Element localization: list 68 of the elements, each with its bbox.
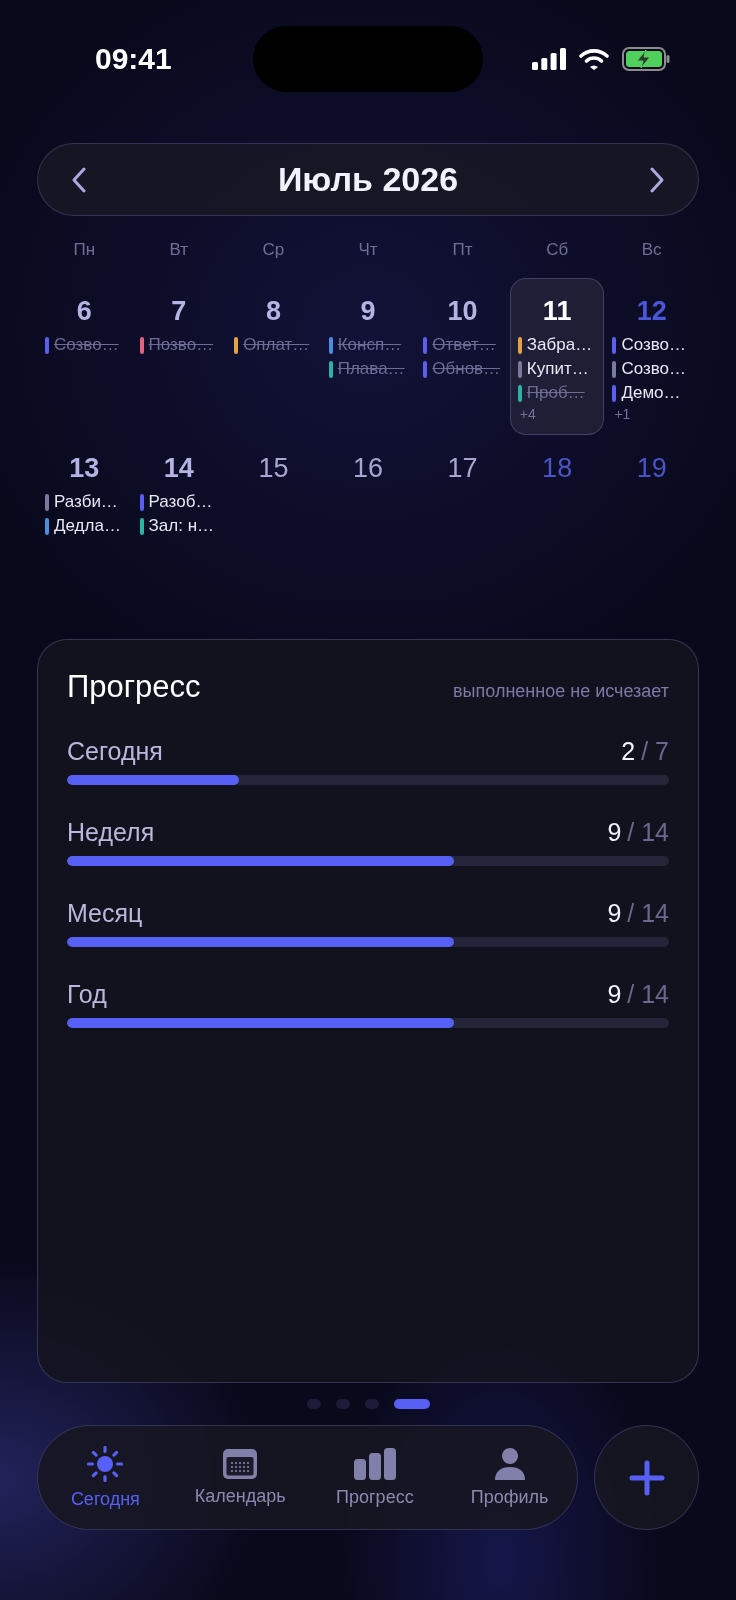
event-title: Обнов…	[432, 359, 501, 379]
day-number[interactable]: 14	[135, 446, 223, 490]
day-number[interactable]: 7	[135, 289, 223, 333]
card-title: Прогресс	[67, 669, 201, 705]
weekday-label: Вс	[640, 239, 663, 261]
event-title: Созво…	[621, 359, 687, 379]
total-count: / 14	[627, 898, 669, 928]
day-number[interactable]: 6	[41, 289, 128, 333]
day-number[interactable]: 15	[230, 446, 317, 490]
battery-charging-icon	[622, 47, 670, 71]
event-title: Купит…	[526, 359, 589, 379]
progress-label: Месяц	[67, 898, 143, 928]
event-title: Забра…	[526, 335, 593, 355]
total-count: / 14	[627, 817, 669, 847]
sun-icon	[87, 1445, 124, 1482]
status-time: 09:41	[95, 42, 172, 76]
event-title: Демо…	[621, 383, 681, 403]
done-count: 9	[607, 898, 622, 928]
weekday-label: Пн	[72, 239, 97, 261]
more-events-count: +4	[518, 405, 537, 423]
weekday-label: Сб	[545, 239, 570, 261]
nav-tab[interactable]: Календарь	[172, 1426, 308, 1529]
progress-label: Неделя	[67, 817, 155, 847]
event-title: Позво…	[148, 335, 214, 355]
progress-label: Сегодня	[67, 736, 163, 766]
day-number[interactable]: 13	[41, 446, 128, 490]
bar-chart-icon	[353, 1447, 396, 1480]
done-count: 9	[607, 979, 622, 1009]
event-title: Консп…	[337, 335, 402, 355]
event-title: Проб…	[526, 383, 585, 403]
day-number[interactable]: 8	[230, 289, 317, 333]
event-title: Оплат…	[243, 335, 310, 355]
event-title: Дедла…	[54, 516, 121, 536]
chevron-left-icon	[71, 166, 87, 193]
event-title: Разоб…	[148, 492, 213, 512]
card-note: выполненное не исчезает	[453, 681, 669, 702]
event-title: Ответ…	[432, 335, 496, 355]
more-events-count: +1	[613, 405, 632, 423]
weekday-label: Пт	[451, 239, 474, 261]
selected-day-box[interactable]: 11 Забра… Купит… Проб… +4	[509, 278, 605, 435]
total-count: / 14	[627, 979, 669, 1009]
nav-tab[interactable]: Профиль	[442, 1426, 577, 1529]
event-title: Созво…	[54, 335, 119, 355]
day-number[interactable]: 17	[419, 446, 506, 490]
calendar-icon	[223, 1448, 258, 1479]
event-title: Зал: н…	[148, 516, 215, 536]
event-title: Плава…	[337, 359, 405, 379]
day-number[interactable]: 11	[513, 289, 601, 333]
day-number[interactable]: 9	[324, 289, 412, 333]
weekday-label: Чт	[357, 239, 379, 261]
weekday-label: Вт	[168, 239, 190, 261]
weekday-label: Ср	[261, 239, 286, 261]
progress-label: Год	[67, 979, 107, 1009]
nav-tab[interactable]: Сегодня	[38, 1426, 173, 1529]
day-number[interactable]: 10	[419, 289, 506, 333]
chevron-right-icon	[649, 166, 665, 193]
nav-tab[interactable]: Прогресс	[307, 1426, 443, 1529]
done-count: 9	[607, 817, 622, 847]
wifi-icon	[579, 48, 609, 70]
done-count: 2	[621, 736, 636, 766]
event-title: Разби…	[54, 492, 118, 512]
day-number[interactable]: 16	[324, 446, 412, 490]
event-title: Созво…	[621, 335, 687, 355]
signal-icon	[532, 48, 566, 70]
total-count: / 7	[641, 736, 669, 766]
person-icon	[494, 1447, 525, 1480]
month-title: Июль 2026	[277, 160, 459, 199]
plus-icon	[628, 1459, 665, 1496]
